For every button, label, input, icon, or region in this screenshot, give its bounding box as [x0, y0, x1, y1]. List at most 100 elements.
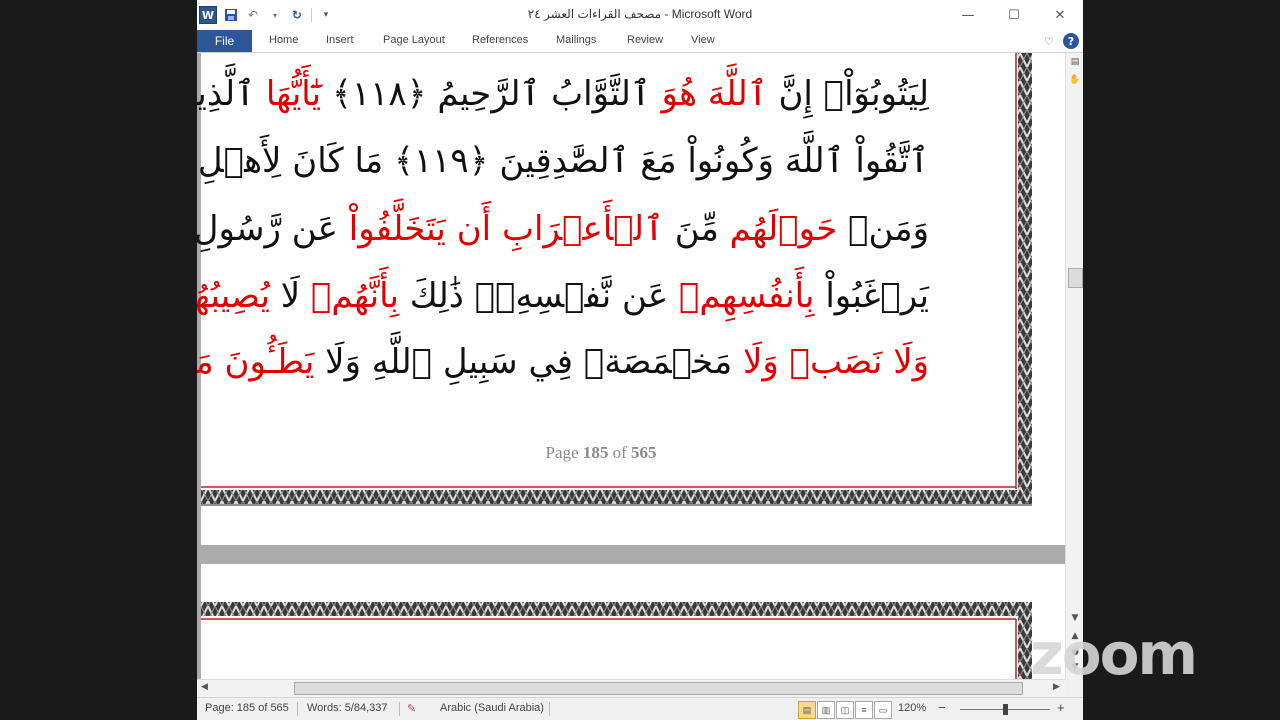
zoom-level[interactable]: 120% — [898, 702, 926, 714]
quran-word: يُصِيبُهُمۡ — [197, 276, 270, 316]
quran-word: وَمَنۡ — [848, 209, 929, 249]
quran-word: ٱللَّهِ — [371, 342, 433, 382]
expand-ribbon-icon[interactable]: ♡ — [1041, 33, 1057, 49]
help-icon[interactable]: ? — [1063, 33, 1079, 49]
quran-word: لِيَتُوبُوٓاْۚ — [823, 74, 929, 114]
quran-word: هُوَ — [661, 74, 698, 114]
zoom-in-button[interactable]: + — [1057, 700, 1065, 715]
quran-word: مَعَ — [640, 141, 677, 181]
quran-line[interactable]: وَمَنۡ حَوۡلَهُم مِّنَ ٱلۡأَعۡرَابِ أَن … — [197, 204, 929, 254]
page-total: 565 — [630, 443, 657, 462]
ruler-icon[interactable]: ▤ — [1066, 57, 1083, 67]
quran-word: ذَٰلِكَ — [409, 276, 464, 316]
zoom-out-button[interactable]: − — [938, 700, 946, 715]
status-page-count[interactable]: Page: 185 of 565 — [205, 702, 289, 714]
quran-word: وَلَا — [893, 342, 929, 382]
horizontal-scroll-thumb[interactable] — [294, 682, 1023, 695]
quran-word: ٱلَّذِينَ — [197, 74, 255, 114]
quran-line[interactable]: وَلَا نَصَبٞ وَلَا مَخۡمَصَةٞ فِي سَبِيل… — [197, 337, 929, 387]
status-word-count[interactable]: Words: 5/84,337 — [307, 702, 388, 714]
quran-word: مَا — [354, 141, 384, 181]
quran-word: عَن — [291, 209, 338, 249]
quran-word: ٱلرَّحِيمُ — [437, 74, 541, 114]
vertical-scrollbar[interactable]: ▤ ✋ ▼ ▲ ● ▼ — [1065, 53, 1083, 679]
tab-file[interactable]: File — [197, 30, 252, 52]
zoom-slider-thumb[interactable] — [1003, 704, 1008, 715]
quran-word: وَلَا — [325, 342, 361, 382]
quran-word: بِأَنفُسِهِمۡ — [678, 276, 815, 316]
minimize-icon[interactable]: — — [945, 0, 991, 30]
full-screen-reading-icon[interactable]: ▥ — [817, 701, 835, 719]
zoom-watermark: zoom — [1030, 620, 1198, 688]
quran-word: بِأَنَّهُمۡ — [310, 276, 399, 316]
status-separator — [399, 702, 400, 716]
print-layout-view-icon[interactable]: ▤ — [798, 701, 816, 719]
quran-word: وَكُونُواْ — [687, 141, 774, 181]
quran-word: يَطَـُٔونَ — [224, 342, 315, 382]
next-document-page[interactable] — [201, 564, 1065, 679]
pan-hand-icon[interactable]: ✋ — [1066, 75, 1083, 85]
status-language[interactable]: Arabic (Saudi Arabia) — [440, 702, 544, 714]
draft-view-icon[interactable]: ▭ — [874, 701, 892, 719]
quran-line[interactable]: يَرۡغَبُواْ بِأَنفُسِهِمۡ عَن نَّفۡسِهِۦ… — [197, 271, 929, 321]
quran-word: ﴿١١٨﴾ — [331, 74, 427, 114]
quran-word: نَّفۡسِهِۦۚ — [474, 276, 612, 316]
quran-word: ٱلتَّوَّابُ — [551, 74, 651, 114]
quran-word: لِأَهۡلِ — [197, 141, 282, 181]
outline-view-icon[interactable]: ≡ — [855, 701, 873, 719]
quran-word: لَا — [280, 276, 301, 316]
maximize-icon[interactable]: ☐ — [991, 0, 1037, 30]
document-page[interactable]: لِيَتُوبُوٓاْۚ إِنَّ ٱللَّهَ هُوَ ٱلتَّو… — [197, 53, 1065, 545]
quran-word: ﴿١١٩﴾ — [393, 141, 489, 181]
tab-view[interactable]: View — [691, 34, 715, 46]
close-icon[interactable]: ✕ — [1037, 0, 1083, 30]
document-area[interactable]: لِيَتُوبُوٓاْۚ إِنَّ ٱللَّهَ هُوَ ٱلتَّو… — [197, 53, 1065, 679]
tab-home[interactable]: Home — [269, 34, 298, 46]
quran-line[interactable]: لِيَتُوبُوٓاْۚ إِنَّ ٱللَّهَ هُوَ ٱلتَّو… — [197, 69, 929, 119]
horizontal-scrollbar[interactable]: ◀ ▶ — [197, 679, 1065, 697]
ribbon-tabs: File Home Insert Page Layout References … — [197, 30, 1083, 53]
quran-word: يَتَخَلَّفُواْ — [348, 209, 446, 249]
quran-word: ٱلصَّٰدِقِينَ — [499, 141, 630, 181]
title-bar: W ↶ ▾ ↻ ▾ مصحف القراءات العشر ٢٤ - Micro… — [197, 0, 1083, 30]
quran-word: مَوۡطِئٗا — [197, 342, 214, 382]
quran-word: أَن — [456, 209, 492, 249]
quran-word: عَن — [621, 276, 669, 316]
quran-word: نَصَبٞ — [789, 342, 883, 382]
quran-word: مِّنَ — [674, 209, 719, 249]
tab-mailings[interactable]: Mailings — [556, 34, 596, 46]
quran-word: ٱلۡأَعۡرَابِ — [501, 209, 664, 249]
tab-review[interactable]: Review — [627, 34, 663, 46]
quran-word: ٱتَّقُواْ — [855, 141, 929, 181]
tab-insert[interactable]: Insert — [326, 34, 354, 46]
quran-word: حَوۡلَهُم — [729, 209, 838, 249]
page-number-footer: Page 185 of 565 — [541, 443, 661, 463]
quran-word: رَّسُولِ — [197, 209, 281, 249]
scroll-left-arrow-icon[interactable]: ◀ — [201, 682, 208, 692]
page-of: of — [608, 443, 631, 462]
tab-page-layout[interactable]: Page Layout — [383, 34, 445, 46]
proofing-icon[interactable]: ✎ — [407, 702, 416, 715]
window-controls: — ☐ ✕ — [945, 0, 1083, 30]
quran-word: إِنَّ — [778, 74, 813, 114]
web-layout-icon[interactable]: ◫ — [836, 701, 854, 719]
quran-line[interactable]: ٱتَّقُواْ ٱللَّهَ وَكُونُواْ مَعَ ٱلصَّٰ… — [198, 136, 929, 186]
vertical-scroll-thumb[interactable] — [1068, 268, 1083, 288]
status-separator — [549, 702, 550, 716]
quran-word: وَلَا — [743, 342, 779, 382]
quran-word: سَبِيلِ — [442, 342, 518, 382]
status-bar: Page: 185 of 565 Words: 5/84,337 ✎ Arabi… — [197, 697, 1083, 720]
quran-word: مَخۡمَصَةٞ — [583, 342, 733, 382]
quran-word: فِي — [528, 342, 574, 382]
tab-references[interactable]: References — [472, 34, 528, 46]
quran-word: يَٰٓأَيُّهَا — [265, 74, 322, 114]
page-prefix: Page — [545, 443, 583, 462]
quran-word: كَانَ — [292, 141, 344, 181]
page-current: 185 — [582, 443, 609, 462]
status-separator — [297, 702, 298, 716]
quran-word: ٱللَّهَ — [707, 74, 768, 114]
word-window: W ↶ ▾ ↻ ▾ مصحف القراءات العشر ٢٤ - Micro… — [197, 0, 1083, 720]
page-ornament-border-top — [201, 602, 1032, 679]
quran-word: ٱللَّهَ — [784, 141, 845, 181]
quran-word: يَرۡغَبُواْ — [825, 276, 929, 316]
